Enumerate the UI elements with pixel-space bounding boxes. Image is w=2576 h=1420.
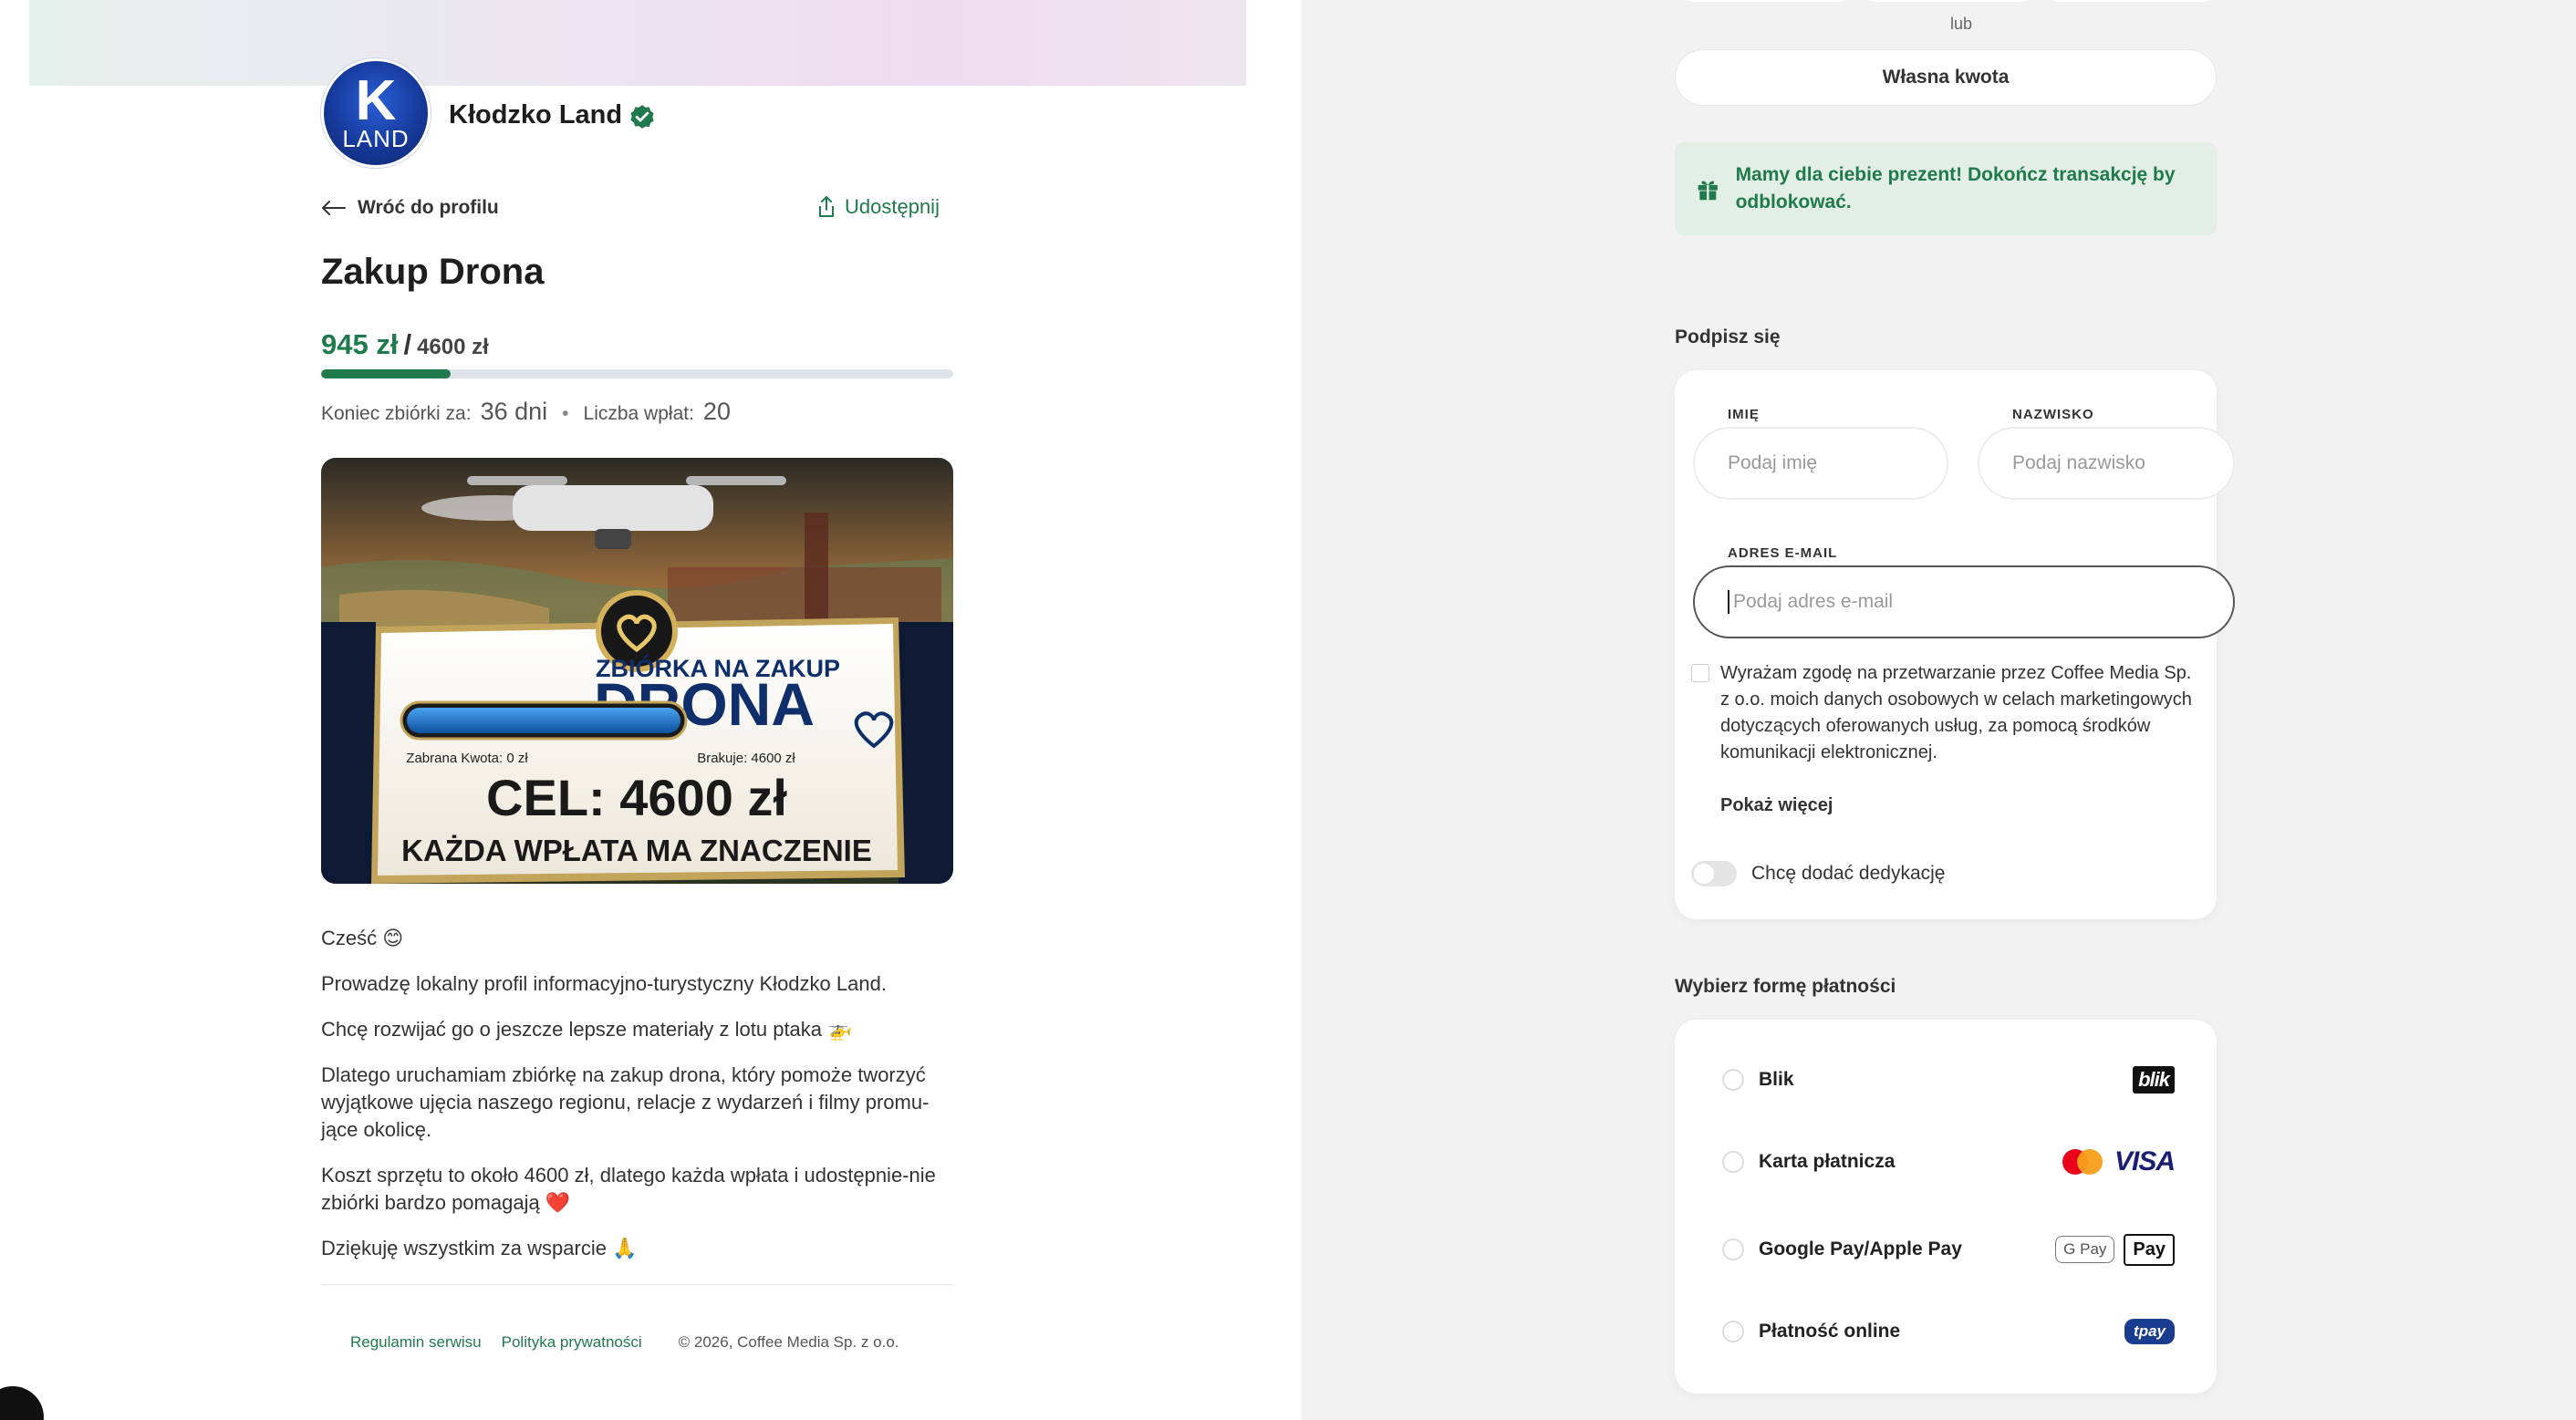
floating-button[interactable] xyxy=(0,1386,44,1420)
privacy-link[interactable]: Polityka prywatności xyxy=(502,1333,642,1352)
first-name-label: IMIĘ xyxy=(1728,407,1760,422)
first-name-field[interactable]: Podaj imię xyxy=(1693,427,1948,500)
payment-label: Płatność online xyxy=(1759,1321,1901,1342)
campaign-meta: Koniec zbiórki za: 36 dni • Liczba wpłat… xyxy=(321,398,731,426)
amount-option[interactable] xyxy=(1857,0,2040,2)
description-paragraph: Dlatego uruchamiam zbiórkę na zakup dron… xyxy=(321,1063,930,1141)
back-label: Wróć do profilu xyxy=(358,197,499,218)
amount-option[interactable] xyxy=(2040,0,2222,2)
amount-option[interactable] xyxy=(1675,0,1857,2)
share-icon xyxy=(819,196,834,217)
blik-logo-icon: blik xyxy=(2133,1066,2175,1094)
payment-option-blik[interactable]: Blik blik xyxy=(1675,1052,2217,1107)
verified-icon xyxy=(630,105,654,129)
payment-section-title: Wybierz formę płatności xyxy=(1675,976,1896,997)
page-title: Zakup Drona xyxy=(321,252,545,292)
raised-amount: 945 zł / 4600 zł xyxy=(321,328,489,361)
gift-banner: Mamy dla ciebie prezent! Dokończ transak… xyxy=(1675,142,2217,235)
google-pay-logo-icon: G Pay xyxy=(2055,1236,2115,1263)
back-to-profile-link[interactable]: Wróć do profilu xyxy=(321,197,499,219)
avatar-text: LAND xyxy=(342,125,410,152)
marketing-consent: Wyrażam zgodę na przetwarzanie przez Cof… xyxy=(1691,660,2202,766)
payment-radio[interactable] xyxy=(1722,1069,1744,1091)
avatar-letter: K xyxy=(355,69,397,132)
arrow-left-icon xyxy=(322,201,346,215)
image-target: CEL: 4600 zł xyxy=(486,769,787,826)
custom-amount-button[interactable]: Własna kwota xyxy=(1675,49,2217,106)
campaign-description: Cześć 😊 Prowadzę lokalny profil informac… xyxy=(321,925,953,1280)
payment-label: Karta płatnicza xyxy=(1759,1151,1896,1172)
sign-section-title: Podpisz się xyxy=(1675,326,1781,347)
payment-option-wallet[interactable]: Google Pay/Apple Pay G Pay Pay xyxy=(1675,1222,2217,1277)
email-field[interactable]: Podaj adres e-mail xyxy=(1693,565,2235,638)
or-label: lub xyxy=(1950,15,1973,33)
gift-icon xyxy=(1698,181,1718,201)
footer: Regulamin serwisu Polityka prywatności ©… xyxy=(350,1333,899,1352)
dedication-label: Chcę dodać dedykację xyxy=(1751,863,1946,884)
raised-value: 945 zł xyxy=(321,328,399,360)
image-missing-label: Brakuje: 4600 zł xyxy=(697,751,795,766)
payment-option-card[interactable]: Karta płatnicza VISA xyxy=(1675,1135,2217,1189)
last-name-label: NAZWISKO xyxy=(2012,407,2094,422)
donation-panel: lub Własna kwota Mamy dla ciebie prezent… xyxy=(1301,0,2576,1420)
end-value: 36 dni xyxy=(480,398,548,425)
terms-link[interactable]: Regulamin serwisu xyxy=(350,1333,482,1352)
meta-dot: • xyxy=(562,403,569,424)
consent-checkbox[interactable] xyxy=(1691,664,1709,682)
consent-text: Wyrażam zgodę na przetwarzanie przez Cof… xyxy=(1720,663,2192,762)
description-paragraph: Prowadzę lokalny profil informacyjno-tur… xyxy=(321,972,887,995)
progress-fill xyxy=(321,369,452,378)
mastercard-logo-icon xyxy=(2062,1149,2103,1175)
visa-logo-icon: VISA xyxy=(2114,1146,2176,1176)
sign-card: IMIĘ Podaj imię NAZWISKO Podaj nazwisko … xyxy=(1675,370,2235,919)
progress-bar xyxy=(321,369,953,378)
profile-banner xyxy=(29,0,1246,86)
avatar[interactable]: K LAND xyxy=(321,58,431,168)
campaign-image: ZBIÓRKA NA ZAKUP DRONA Zabrana Kwota: 0 … xyxy=(321,458,953,884)
count-label: Liczba wpłat: xyxy=(583,403,694,424)
image-collected-label: Zabrana Kwota: 0 zł xyxy=(406,751,528,766)
payment-card: Blik blik Karta płatnicza VISA Google Pa… xyxy=(1675,1020,2217,1394)
payment-option-online[interactable]: Płatność online tpay xyxy=(1675,1304,2217,1359)
tpay-logo-icon: tpay xyxy=(2124,1319,2175,1344)
email-label: ADRES E-MAIL xyxy=(1728,545,1838,561)
last-name-field[interactable]: Podaj nazwisko xyxy=(1978,427,2235,500)
apple-pay-logo-icon: Pay xyxy=(2124,1233,2175,1266)
payment-radio[interactable] xyxy=(1722,1321,1744,1342)
payment-label: Google Pay/Apple Pay xyxy=(1759,1239,1962,1259)
description-paragraph: Koszt sprzętu to około 4600 zł, dlatego … xyxy=(321,1164,936,1214)
count-value: 20 xyxy=(702,398,731,425)
description-paragraph: Cześć 😊 xyxy=(321,927,404,949)
payment-radio[interactable] xyxy=(1722,1239,1744,1260)
description-paragraph: Dziękuję wszystkim za wsparcie 🙏 xyxy=(321,1237,638,1259)
end-label: Koniec zbiórki za: xyxy=(321,403,472,424)
dedication-row: Chcę dodać dedykację xyxy=(1691,861,1945,886)
copyright: © 2026, Coffee Media Sp. z o.o. xyxy=(678,1333,899,1351)
amount-separator: / xyxy=(403,328,412,360)
apple-pay-text: Pay xyxy=(2133,1239,2166,1259)
payment-radio[interactable] xyxy=(1722,1151,1744,1173)
image-tagline: KAŻDA WPŁATA MA ZNACZENIE xyxy=(401,834,872,867)
payment-label: Blik xyxy=(1759,1069,1794,1090)
goal-value: 4600 zł xyxy=(417,335,489,359)
gift-message: Mamy dla ciebie prezent! Dokończ transak… xyxy=(1735,164,2176,212)
show-more-link[interactable]: Pokaż więcej xyxy=(1720,795,1833,816)
dedication-toggle[interactable] xyxy=(1691,861,1737,886)
org-name[interactable]: Kłodzko Land xyxy=(449,100,622,130)
campaign-column: K LAND Kłodzko Land Wróć do profilu Udos… xyxy=(0,0,1301,1420)
share-label: Udostępnij xyxy=(845,195,940,218)
footer-divider xyxy=(321,1284,953,1285)
description-paragraph: Chcę rozwijać go o jeszcze lepsze materi… xyxy=(321,1018,853,1041)
share-link[interactable]: Udostępnij xyxy=(817,195,940,219)
